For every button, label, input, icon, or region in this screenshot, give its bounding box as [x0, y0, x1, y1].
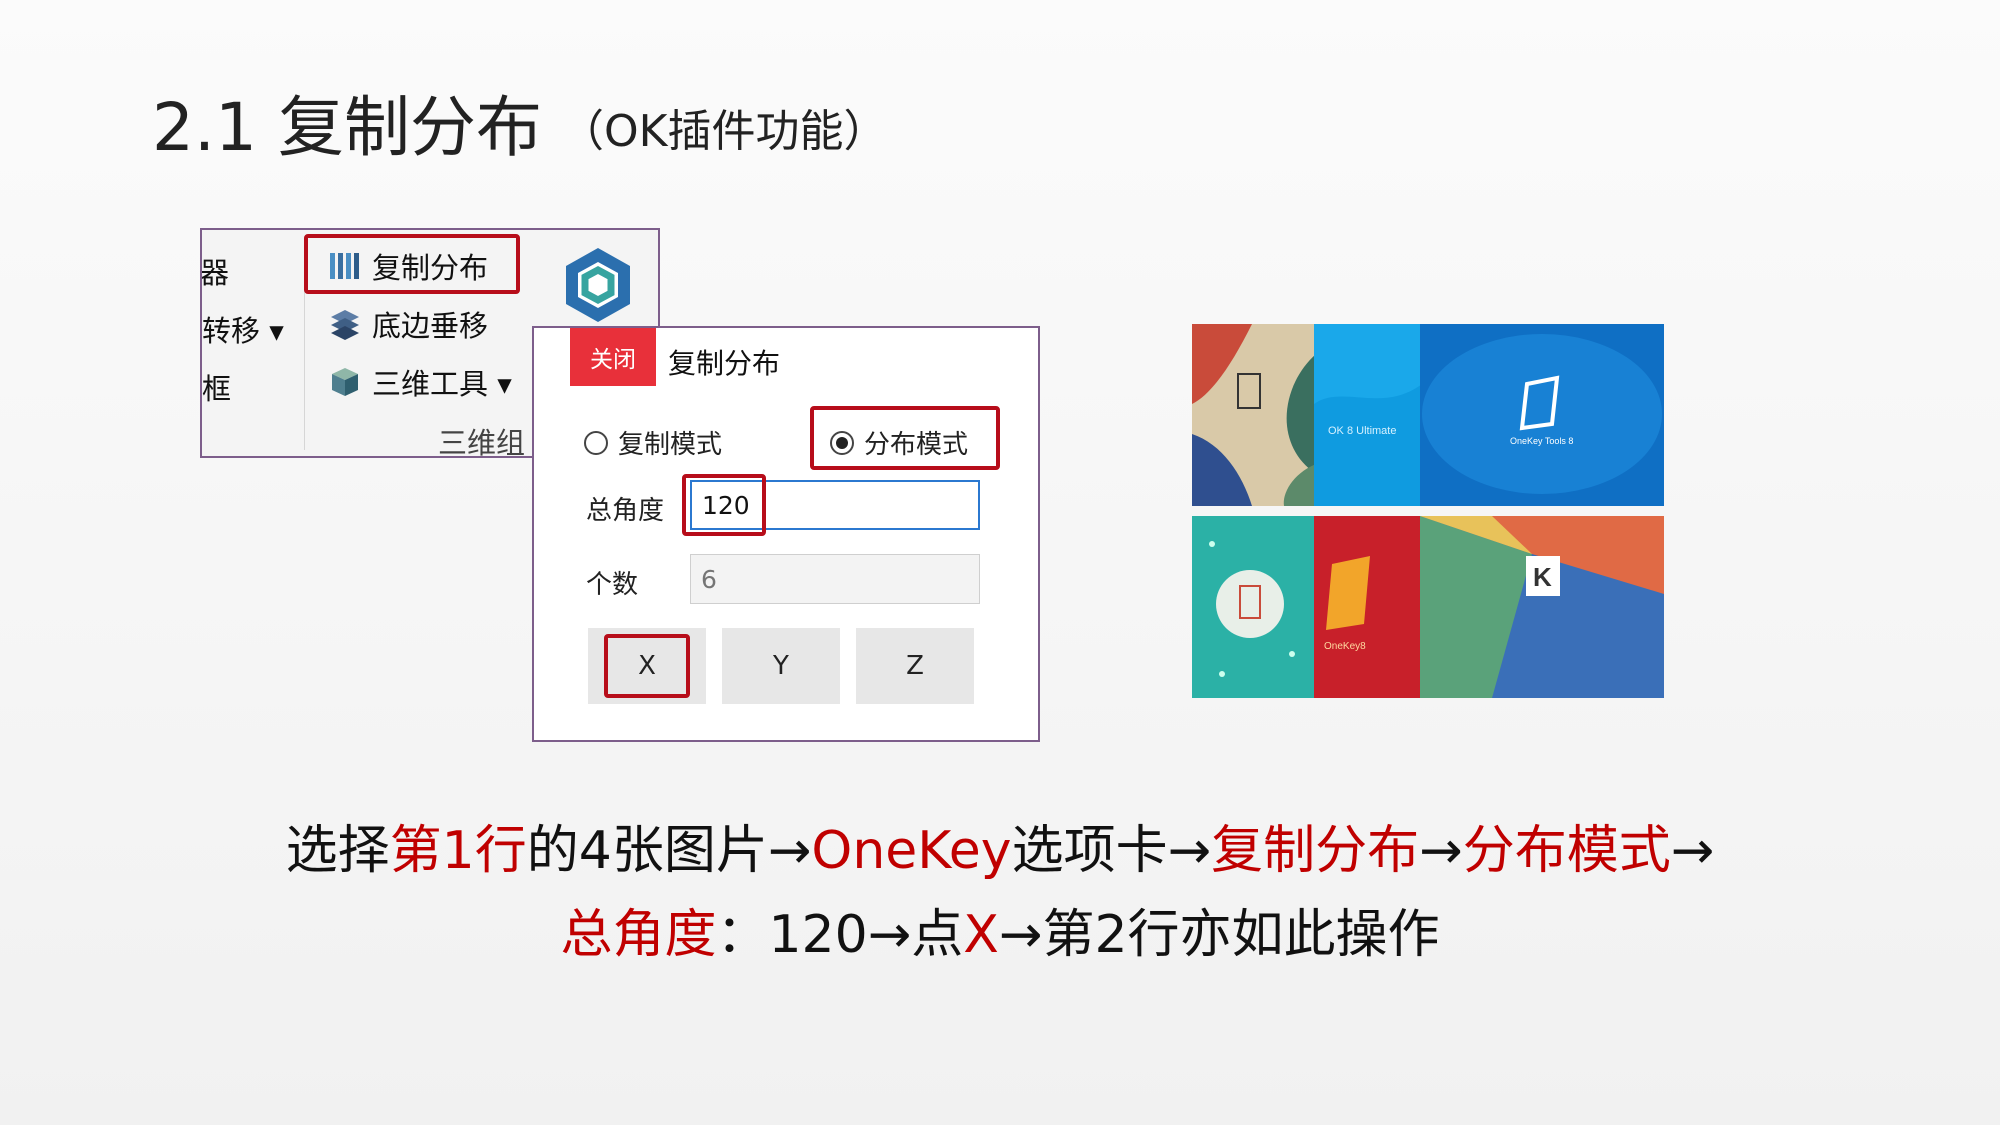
caption-highlight-text: 第1行	[389, 821, 527, 881]
title-main: 2.1 复制分布	[152, 89, 542, 166]
caption-text: ：120→点	[716, 905, 964, 965]
caption-text: 的4张图片→	[526, 821, 812, 881]
highlight-x-button	[604, 634, 690, 698]
highlight-angle-value	[682, 474, 766, 536]
thumbnail-row2-img2[interactable]: OneKey8	[1314, 516, 1422, 698]
ribbon-group-label: 三维组	[438, 426, 526, 458]
count-input[interactable]	[690, 554, 980, 604]
radio-circle-icon	[584, 430, 608, 455]
total-angle-label: 总角度	[586, 496, 665, 526]
bottom-move-icon	[328, 307, 362, 341]
caption-text: →第2行亦如此操作	[998, 905, 1440, 965]
thumb-text: OneKey Tools 8	[1510, 436, 1573, 446]
thumbnail-row1-img1[interactable]	[1192, 324, 1316, 506]
caption-highlight-text: OneKey	[811, 821, 1012, 881]
caption-text: 选择	[285, 821, 390, 881]
ribbon-item-label: 三维工具 ▾	[372, 367, 512, 401]
count-label: 个数	[586, 570, 639, 600]
thumbnail-grid: OK 8 Ultimate OneKey Tools 8 OneKey8 K	[1192, 324, 1664, 698]
radio-copy-mode[interactable]: 复制模式	[584, 424, 722, 461]
caption-line-2: 总角度：120→点X→第2行亦如此操作	[0, 892, 2000, 967]
thumb-k-letter: K	[1533, 562, 1552, 592]
caption-line-1: 选择第1行的4张图片→OneKey选项卡→复制分布→分布模式→	[0, 808, 2000, 883]
highlight-distribute-mode	[810, 406, 1000, 470]
ribbon-left-item[interactable]: 器	[202, 250, 229, 292]
ribbon-left-item[interactable]: 框	[202, 366, 231, 408]
thumbnail-row2-img1[interactable]	[1192, 516, 1316, 698]
ribbon-left-column: 器 转移 ▾ 框	[202, 230, 306, 456]
thumbnail-row1-img2[interactable]: OK 8 Ultimate	[1314, 324, 1422, 506]
caption-highlight-text: 分布模式	[1462, 821, 1671, 881]
radio-label: 复制模式	[618, 430, 723, 460]
dialog-title: 复制分布	[668, 347, 781, 380]
onekey-hexagon-logo	[557, 244, 639, 326]
caption-highlight-text: 复制分布	[1211, 821, 1420, 881]
close-button[interactable]: 关闭	[570, 328, 656, 386]
axis-y-button[interactable]: Y	[722, 628, 840, 704]
ribbon-item-label: 底边垂移	[372, 309, 489, 343]
caption-text: 选项卡→	[1011, 821, 1212, 881]
caption-highlight-text: X	[963, 905, 999, 965]
ribbon-bottom-move-button[interactable]: 底边垂移	[328, 302, 488, 346]
thumb-text: OneKey8	[1324, 641, 1366, 652]
axis-z-button[interactable]: Z	[856, 628, 974, 704]
cube-3d-icon	[328, 365, 362, 399]
page-title: 2.1 复制分布 （OK插件功能）	[152, 88, 887, 172]
title-sub: （OK插件功能）	[559, 106, 888, 157]
ribbon-3d-tools-button[interactable]: 三维工具 ▾	[328, 360, 512, 404]
thumb-text: OK 8 Ultimate	[1328, 425, 1396, 437]
caption-text: →	[1670, 821, 1715, 881]
caption-text: →	[1419, 821, 1463, 881]
highlight-copy-distribute	[304, 234, 520, 294]
thumbnail-row2-img3[interactable]: K	[1420, 516, 1664, 698]
thumbnail-row1-img3[interactable]: OneKey Tools 8	[1420, 324, 1664, 506]
caption-highlight-text: 总角度	[560, 905, 717, 965]
ribbon-left-item[interactable]: 转移 ▾	[202, 308, 284, 350]
